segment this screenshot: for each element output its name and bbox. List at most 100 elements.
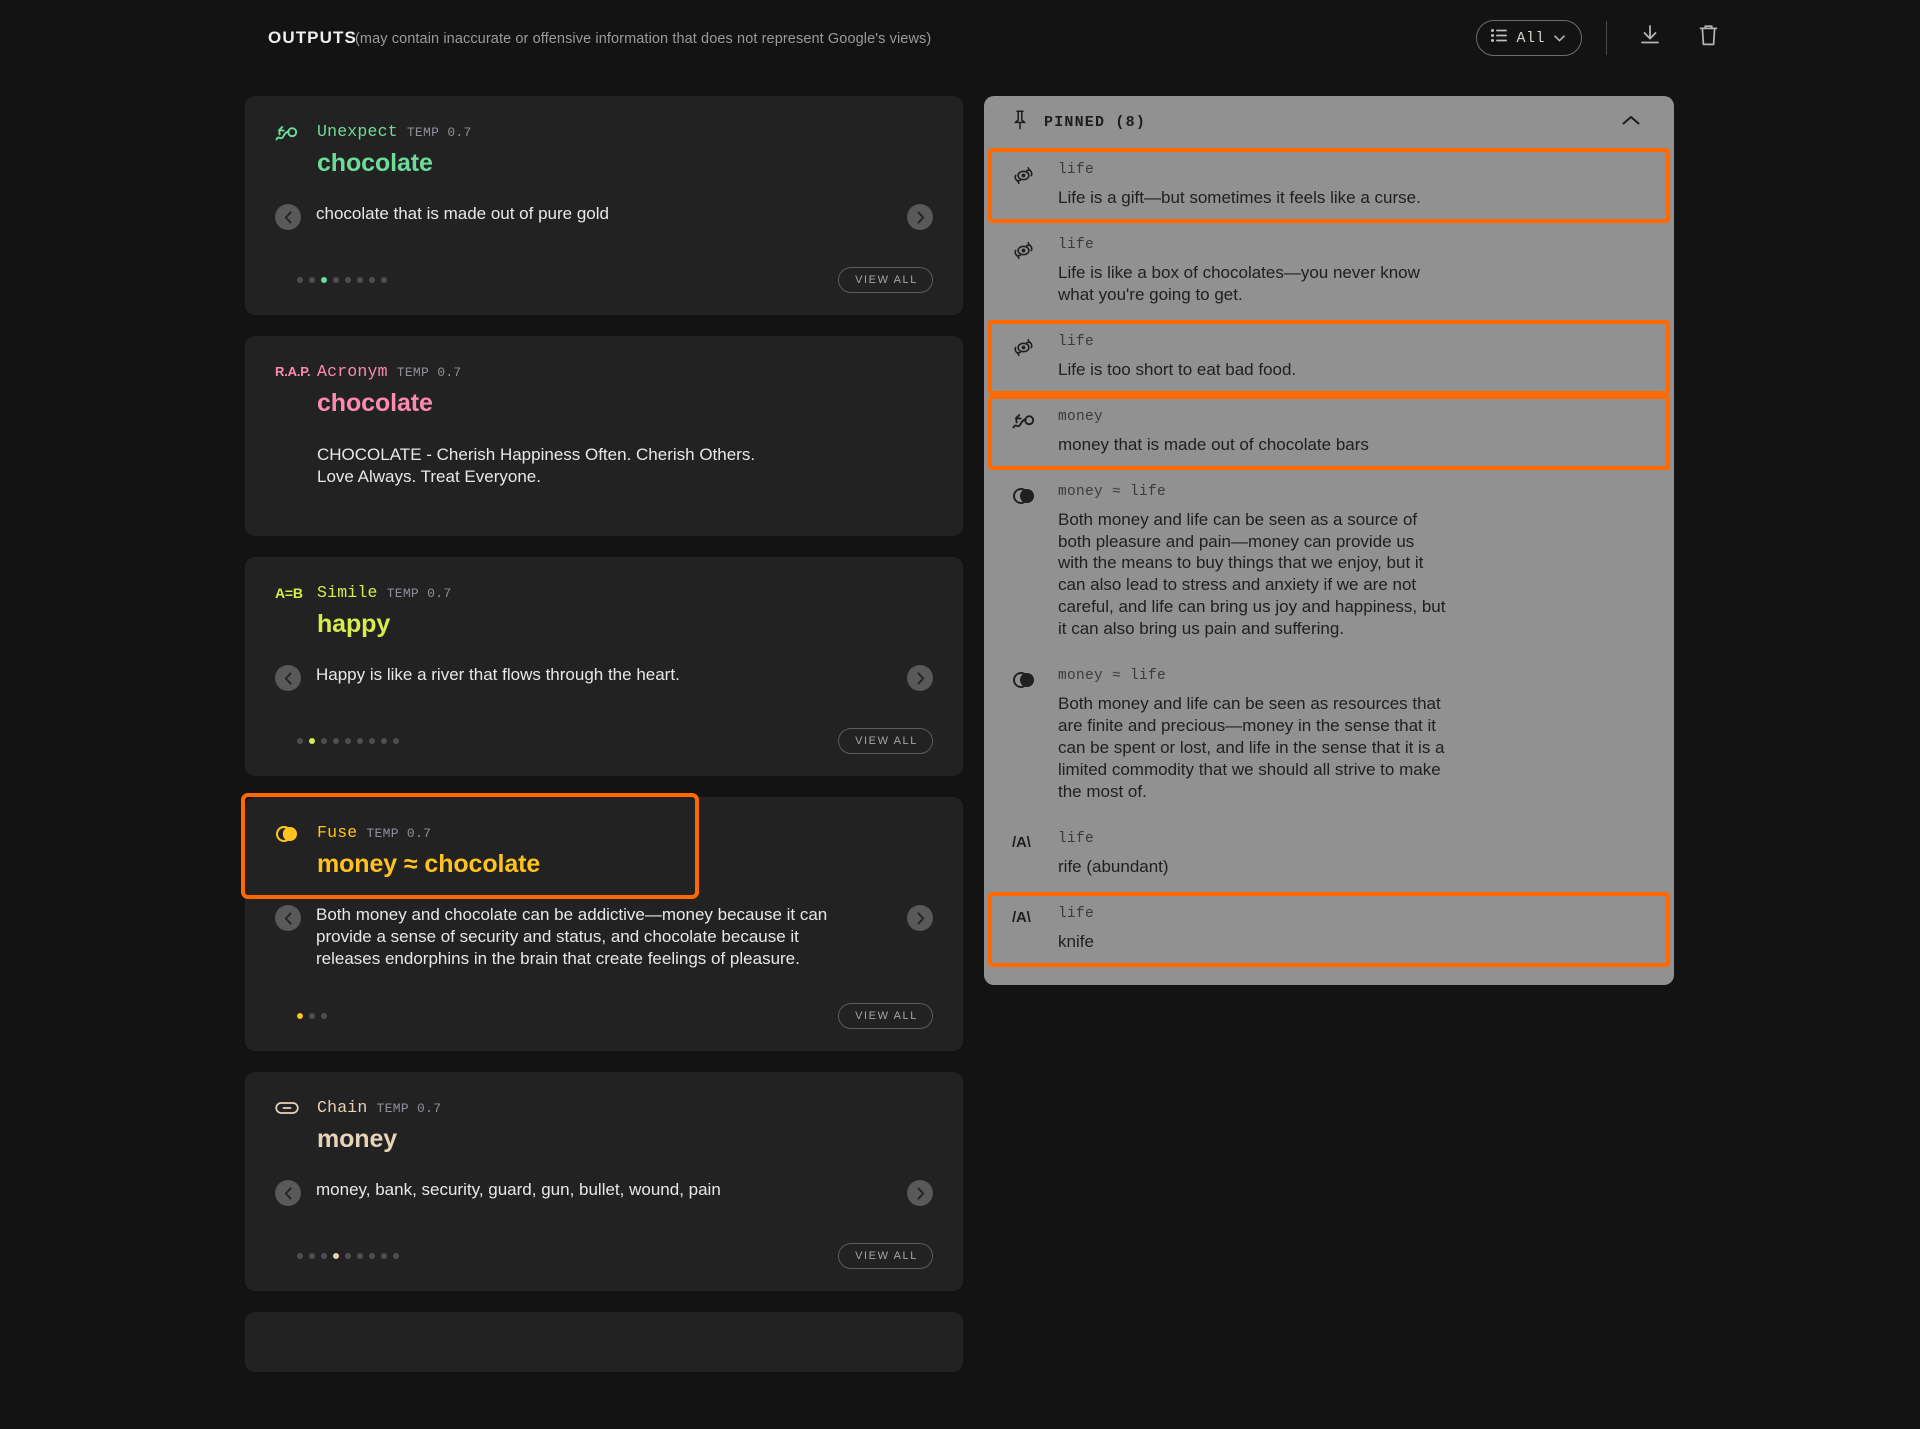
pinned-item[interactable]: life Life is a gift—but sometimes it feel… [984,148,1674,223]
prev-button[interactable] [275,1180,301,1207]
squiggle-arrow-icon [275,126,298,141]
carousel-dot[interactable] [297,277,303,283]
card-temperature: TEMP 0.7 [376,1101,442,1117]
view-all-button[interactable]: VIEW ALL [838,1003,933,1030]
pinned-item[interactable]: /A\ life rife (abundant) [984,817,1674,892]
carousel-dot[interactable] [321,277,327,283]
next-button[interactable] [907,204,933,230]
card-type-row: Fuse TEMP 0.7 [317,823,933,842]
card-header: Chain TEMP 0.7 money [275,1098,933,1154]
next-button[interactable] [907,905,933,932]
carousel-dot[interactable] [369,1253,375,1260]
download-button[interactable] [1633,21,1667,55]
pinned-item[interactable]: life Life is too short to eat bad food. [984,319,1674,395]
delete-button[interactable] [1691,21,1725,55]
card-type-name: Simile [317,583,378,603]
carousel-dot[interactable] [333,738,339,745]
carousel-dot[interactable] [333,277,339,283]
card-footer: VIEW ALL [275,728,933,755]
card-type-row: Unexpect TEMP 0.7 [317,122,933,141]
carousel-dot[interactable] [321,738,327,745]
collapse-button[interactable] [1622,113,1640,131]
card-type-row: Chain TEMP 0.7 [317,1098,933,1117]
carousel-dot[interactable] [309,1013,315,1020]
pinned-item-icon [1012,668,1058,694]
pinned-item-key: life [1058,236,1095,253]
pinned-item[interactable]: /A\ life knife [984,891,1674,967]
filter-dropdown[interactable]: All [1476,20,1582,56]
view-all-button[interactable]: VIEW ALL [838,1243,933,1270]
view-all-button[interactable]: VIEW ALL [838,267,933,293]
pinned-item[interactable]: money money that is made out of chocolate… [984,394,1674,470]
output-card[interactable]: Unexpect TEMP 0.7 chocolate chocolate that … [245,96,963,315]
pinned-item-key: life [1058,333,1095,350]
pinned-item-icon [1012,162,1058,192]
view-all-button[interactable]: VIEW ALL [838,728,933,755]
carousel-dot[interactable] [357,277,363,283]
prev-button[interactable] [275,905,301,932]
a-equals-b-icon: A=B [275,585,303,602]
pinned-item-key: life [1058,830,1095,847]
card-term: happy [317,610,391,639]
output-card-partial[interactable] [245,1312,963,1373]
pinned-item-icon [1012,237,1058,267]
carousel-dot[interactable] [381,1253,387,1260]
card-body-row: money, bank, security, guard, gun, bulle… [275,1179,933,1209]
venn-circles-icon [1013,672,1034,689]
carousel-dots[interactable] [297,1013,327,1020]
carousel-dot[interactable] [381,738,387,745]
carousel-dot[interactable] [297,1253,303,1260]
output-card[interactable]: Chain TEMP 0.7 money money, bank, security,… [245,1072,963,1292]
card-term: chocolate [317,149,433,177]
output-card[interactable]: A=B Simile TEMP 0.7 happy Happy is like a ri… [245,557,963,777]
carousel-dot[interactable] [369,277,375,283]
pinned-item-body: life Life is too short to eat bad food. [1058,334,1634,381]
carousel-dot[interactable] [309,277,315,283]
carousel-dot[interactable] [357,1253,363,1260]
pinned-item-key: money ≈ life [1058,668,1167,685]
card-footer: VIEW ALL [275,1003,933,1030]
carousel-dots[interactable] [297,738,399,745]
carousel-dot[interactable] [297,738,303,745]
carousel-dot[interactable] [345,1253,351,1260]
prev-button[interactable] [275,204,301,230]
carousel-dot[interactable] [357,738,363,745]
carousel-dot[interactable] [333,1253,339,1260]
carousel-dot[interactable] [321,1013,327,1020]
carousel-dot[interactable] [393,738,399,745]
carousel-dot[interactable] [345,738,351,745]
eye-swoosh-icon [1014,338,1033,356]
carousel-dot[interactable] [297,1013,303,1020]
pinned-item-key: money [1058,408,1104,425]
card-header-text: Chain TEMP 0.7 money [317,1098,933,1154]
carousel-dot[interactable] [309,1253,315,1260]
output-card[interactable]: R.A.P. Acronym TEMP 0.7 chocolate CHOCOLATE … [245,336,963,537]
prev-button[interactable] [275,665,301,692]
chevron-left-icon [284,210,292,224]
carousel-dot[interactable] [381,277,387,283]
carousel-dot[interactable] [321,1253,327,1260]
download-icon [1639,24,1661,52]
carousel-dots[interactable] [297,277,387,283]
pinned-item[interactable]: money ≈ life Both money and life can be s… [984,654,1674,817]
chevron-left-icon [284,672,292,685]
chevron-right-icon [916,912,924,925]
pinned-item[interactable]: life Life is like a box of chocolates—you… [984,223,1674,320]
carousel-dot[interactable] [345,277,351,283]
card-type-row: Acronym TEMP 0.7 [317,362,933,381]
carousel-dots[interactable] [297,1253,399,1260]
carousel-dot[interactable] [393,1253,399,1260]
carousel-dot[interactable] [369,738,375,745]
trash-icon [1698,24,1719,52]
pinned-header[interactable]: PINNED (8) [984,96,1674,148]
card-body-text: money, bank, security, guard, gun, bulle… [316,1180,721,1200]
pinned-item[interactable]: money ≈ life Both money and life can be s… [984,470,1674,655]
eye-swoosh-icon [1014,166,1033,185]
card-header: A=B Simile TEMP 0.7 happy [275,583,933,639]
next-button[interactable] [907,665,933,692]
carousel-dot[interactable] [309,738,315,745]
output-card[interactable]: Fuse TEMP 0.7 money ≈ chocolate Both money … [241,793,963,1052]
card-term: money ≈ chocolate [317,850,541,879]
next-button[interactable] [907,1180,933,1207]
card-type-icon [275,122,317,144]
